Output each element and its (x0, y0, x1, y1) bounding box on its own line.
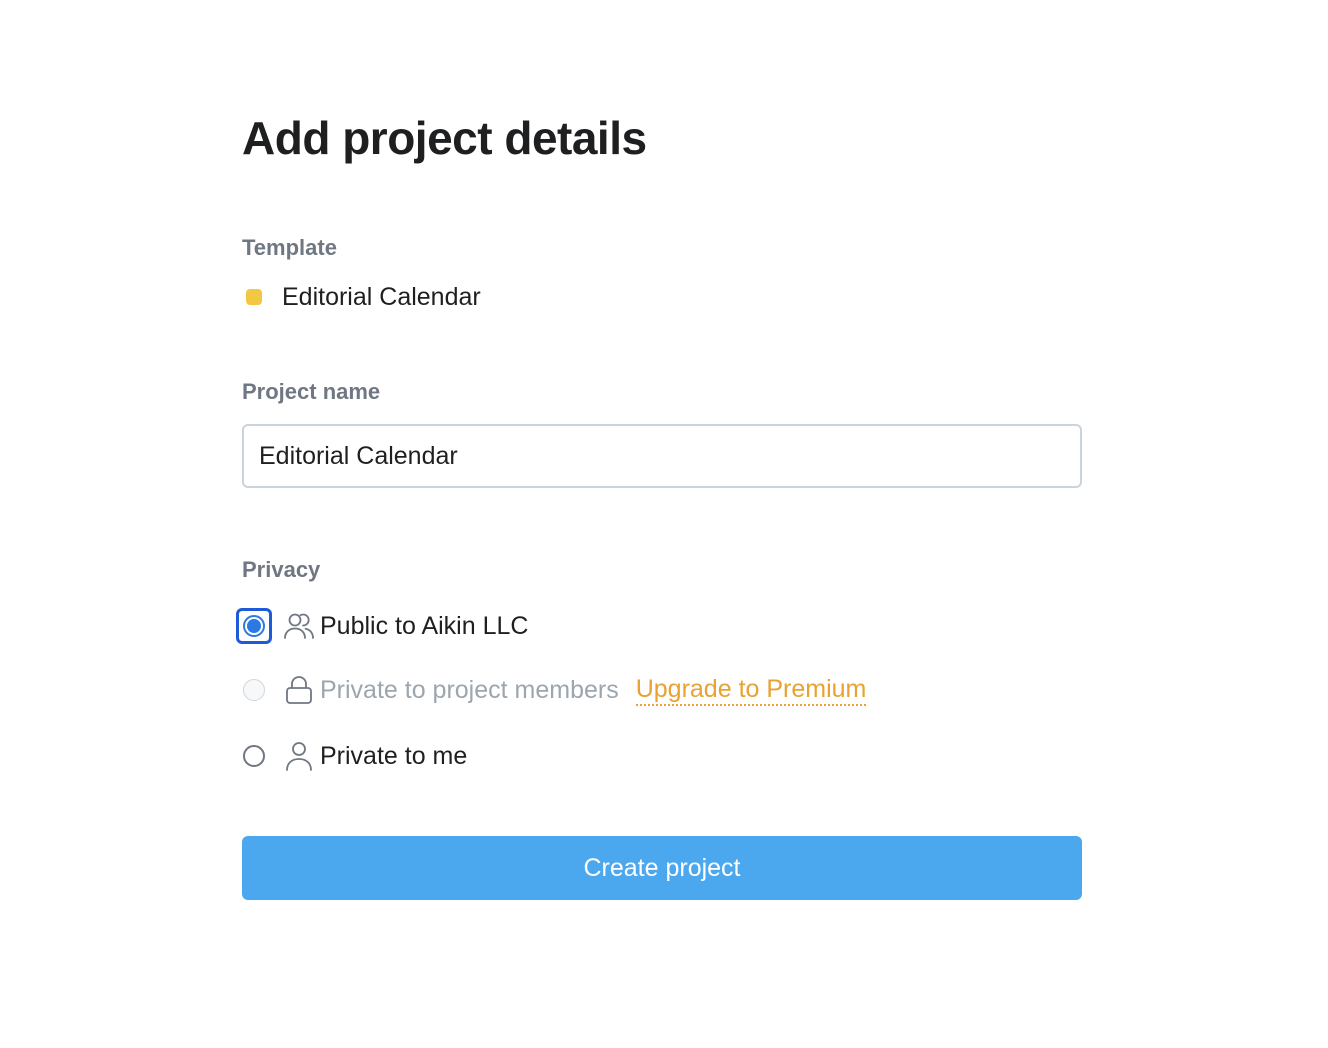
radio-circle (243, 745, 265, 767)
project-name-input[interactable]: Editorial Calendar (242, 424, 1082, 488)
public-radio[interactable] (236, 608, 272, 644)
privacy-option-members: Private to project members Upgrade to Pr… (236, 670, 867, 710)
add-project-details-page: Add project details Template Editorial C… (0, 0, 1328, 1048)
people-icon (282, 609, 316, 643)
me-option-label: Private to me (320, 741, 468, 770)
radio-circle (243, 615, 265, 637)
me-radio[interactable] (236, 738, 272, 774)
template-row: Editorial Calendar (242, 280, 481, 314)
create-project-button[interactable]: Create project (242, 836, 1082, 900)
template-name: Editorial Calendar (282, 282, 481, 311)
public-option-label: Public to Aikin LLC (320, 611, 529, 640)
person-icon (282, 739, 316, 773)
members-radio (236, 672, 272, 708)
privacy-option-public[interactable]: Public to Aikin LLC (236, 606, 528, 646)
radio-selected-dot (247, 619, 261, 633)
template-label: Template (242, 235, 337, 260)
page-title: Add project details (242, 112, 647, 164)
project-name-value: Editorial Calendar (259, 441, 458, 470)
members-option-label: Private to project members (320, 675, 619, 704)
lock-icon (282, 673, 316, 707)
template-color-swatch (246, 289, 262, 305)
radio-circle (243, 679, 265, 701)
privacy-label: Privacy (242, 557, 321, 582)
project-name-label: Project name (242, 379, 381, 404)
upgrade-to-premium-link[interactable]: Upgrade to Premium (635, 674, 867, 706)
privacy-option-me[interactable]: Private to me (236, 736, 467, 776)
